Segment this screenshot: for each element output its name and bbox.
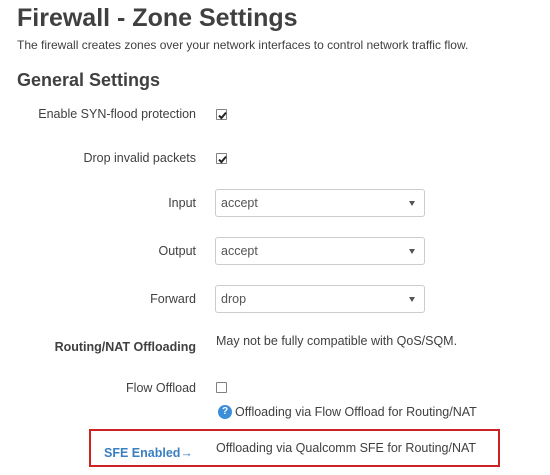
input-select[interactable]: accept — [215, 189, 425, 217]
flow-offload-help-text: Offloading via Flow Offload for Routing/… — [235, 405, 477, 419]
chevron-down-icon — [409, 297, 415, 302]
flow-offload-help: ? Offloading via Flow Offload for Routin… — [218, 405, 477, 419]
checkmark-icon — [218, 155, 227, 164]
input-select-value: accept — [221, 196, 258, 210]
chevron-down-icon — [409, 201, 415, 206]
drop-invalid-label: Drop invalid packets — [83, 151, 196, 165]
flow-offload-checkbox[interactable] — [216, 382, 227, 393]
chevron-down-icon — [409, 249, 415, 254]
sfe-note: Offloading via Qualcomm SFE for Routing/… — [216, 441, 477, 455]
output-select-value: accept — [221, 244, 258, 258]
syn-flood-label: Enable SYN-flood protection — [38, 107, 196, 121]
question-circle-icon: ? — [218, 405, 232, 419]
input-label: Input — [168, 196, 196, 210]
page-description: The firewall creates zones over your net… — [17, 38, 469, 52]
offloading-label: Routing/NAT Offloading — [54, 340, 196, 354]
checkmark-icon — [218, 111, 227, 120]
sfe-enabled-label: SFE Enabled→ — [104, 446, 193, 460]
output-label: Output — [158, 244, 196, 258]
drop-invalid-checkbox[interactable] — [216, 153, 227, 164]
section-title-general: General Settings — [17, 70, 161, 90]
offloading-note: May not be fully compatible with QoS/SQM… — [216, 334, 458, 348]
syn-flood-checkbox[interactable] — [216, 109, 227, 120]
flow-offload-label: Flow Offload — [126, 381, 196, 395]
output-select[interactable]: accept — [215, 237, 425, 265]
page-title: Firewall - Zone Settings — [17, 4, 298, 32]
forward-select-value: drop — [221, 292, 247, 306]
forward-label: Forward — [150, 292, 196, 306]
forward-select[interactable]: drop — [215, 285, 425, 313]
